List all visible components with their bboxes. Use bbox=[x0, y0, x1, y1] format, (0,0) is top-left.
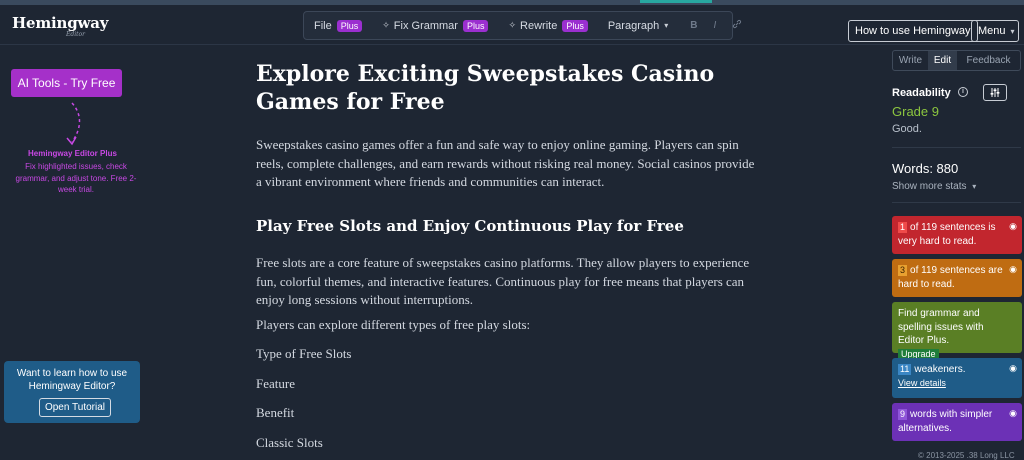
tutorial-panel: Want to learn how to use Hemingway Edito… bbox=[4, 361, 140, 423]
menu-button[interactable]: Menu ▾ bbox=[971, 20, 1019, 42]
very-hard-count: 1 bbox=[898, 222, 908, 233]
file-menu-button[interactable]: File Plus bbox=[304, 12, 372, 39]
readability-settings-button[interactable] bbox=[983, 84, 1007, 101]
editor-toolbar: File Plus ✧ Fix Grammar Plus ✧ Rewrite P… bbox=[303, 11, 742, 40]
body-paragraph[interactable]: Players can explore different types of f… bbox=[256, 316, 756, 335]
sidebar-divider bbox=[892, 202, 1021, 203]
sidebar-divider bbox=[892, 147, 1021, 148]
very-hard-sentences-card[interactable]: 1 of 119 sentences is very hard to read. … bbox=[892, 216, 1022, 254]
copyright-notice: © 2013-2025 .38 Long LLC bbox=[918, 451, 1015, 460]
weakeners-text: weakeners. bbox=[914, 364, 966, 375]
simpler-count: 9 bbox=[898, 409, 908, 420]
chevron-down-icon: ▾ bbox=[1010, 26, 1015, 36]
how-to-use-button[interactable]: How to use Hemingway bbox=[848, 20, 978, 42]
editor-plus-promo-text: Fix highlighted issues, check grammar, a… bbox=[15, 162, 137, 194]
plus-badge: Plus bbox=[562, 19, 588, 32]
format-buttons: B I bbox=[678, 19, 754, 32]
tab-edit[interactable]: Edit bbox=[928, 51, 957, 70]
show-more-stats-toggle[interactable]: Show more stats ▾ bbox=[892, 181, 976, 192]
simpler-text: words with simpler alternatives. bbox=[898, 409, 993, 434]
fix-grammar-button[interactable]: ✧ Fix Grammar Plus bbox=[372, 12, 498, 39]
intro-paragraph[interactable]: Sweepstakes casino games offer a fun and… bbox=[256, 136, 756, 192]
plus-badge: Plus bbox=[336, 19, 363, 32]
rewrite-label: Rewrite bbox=[520, 19, 558, 32]
weakeners-card[interactable]: 11 weakeners. View details ◉ bbox=[892, 358, 1022, 398]
ai-tools-button[interactable]: AI Tools - Try Free bbox=[11, 69, 122, 97]
eye-icon[interactable]: ◉ bbox=[1009, 362, 1017, 376]
paragraph-label: Paragraph bbox=[607, 19, 660, 32]
sparkle-icon: ✧ bbox=[382, 20, 390, 30]
readability-label: Readability bbox=[892, 87, 951, 99]
body-line[interactable]: Type of Free Slots bbox=[256, 345, 756, 364]
app-logo-subtitle: Editor bbox=[66, 31, 86, 38]
body-paragraph[interactable]: Free slots are a core feature of sweepst… bbox=[256, 254, 756, 310]
weakeners-count: 11 bbox=[898, 364, 912, 375]
section-heading[interactable]: Play Free Slots and Enjoy Continuous Pla… bbox=[256, 217, 756, 235]
sparkle-icon: ✧ bbox=[508, 20, 517, 30]
open-tutorial-button[interactable]: Open Tutorial bbox=[39, 398, 111, 417]
fix-grammar-label: Fix Grammar bbox=[393, 19, 458, 32]
hard-sentences-card[interactable]: 3 of 119 sentences are hard to read. ◉ bbox=[892, 259, 1022, 297]
document-title[interactable]: Explore Exciting Sweepstakes Casino Game… bbox=[256, 60, 756, 116]
tutorial-prompt: Want to learn how to use Hemingway Edito… bbox=[16, 368, 128, 392]
editor-plus-promo-title: Hemingway Editor Plus bbox=[28, 149, 117, 158]
eye-icon[interactable]: ◉ bbox=[1009, 220, 1017, 234]
show-more-stats-label: Show more stats bbox=[892, 181, 967, 192]
link-icon[interactable] bbox=[732, 19, 742, 32]
eye-icon[interactable]: ◉ bbox=[1009, 263, 1017, 277]
body-line[interactable]: Classic Slots bbox=[256, 434, 756, 453]
grammar-upsell-card[interactable]: Find grammar and spelling issues with Ed… bbox=[892, 302, 1022, 360]
body-line[interactable]: Benefit bbox=[256, 404, 756, 423]
mode-tabs: Write Edit Feedback bbox=[892, 50, 1021, 71]
sliders-icon bbox=[990, 88, 1000, 97]
chevron-down-icon: ▾ bbox=[664, 21, 669, 30]
word-count: Words: 880 bbox=[892, 161, 959, 176]
simpler-alternatives-card[interactable]: 9 words with simpler alternatives. ◉ bbox=[892, 403, 1022, 441]
file-label: File bbox=[314, 19, 332, 32]
view-details-link[interactable]: View details bbox=[898, 378, 946, 388]
very-hard-text: of 119 sentences is very hard to read. bbox=[898, 222, 996, 247]
rewrite-button[interactable]: ✧ Rewrite Plus bbox=[498, 12, 597, 39]
italic-button[interactable]: I bbox=[713, 20, 716, 31]
plus-badge: Plus bbox=[462, 19, 489, 32]
readability-grade: Grade 9 bbox=[892, 104, 939, 119]
grammar-upsell-text: Find grammar and spelling issues with Ed… bbox=[898, 308, 984, 346]
menu-label: Menu bbox=[978, 25, 1006, 37]
paragraph-style-dropdown[interactable]: Paragraph ▾ bbox=[598, 12, 678, 39]
hard-count: 3 bbox=[898, 265, 908, 276]
tab-write[interactable]: Write bbox=[893, 51, 928, 70]
body-line[interactable]: Feature bbox=[256, 375, 756, 394]
tab-feedback[interactable]: Feedback bbox=[957, 51, 1020, 70]
info-icon[interactable]: i bbox=[958, 87, 968, 97]
app-header: Hemingway Editor File Plus ✧ Fix Grammar… bbox=[0, 5, 1024, 45]
eye-icon[interactable]: ◉ bbox=[1009, 407, 1017, 421]
curved-arrow-icon bbox=[66, 102, 81, 146]
banner-accent bbox=[640, 0, 712, 3]
bold-button[interactable]: B bbox=[690, 20, 697, 31]
app-logo[interactable]: Hemingway bbox=[12, 14, 108, 32]
hard-text: of 119 sentences are hard to read. bbox=[898, 265, 1003, 290]
readability-description: Good. bbox=[892, 123, 922, 135]
caret-down-icon: ▾ bbox=[972, 182, 977, 191]
